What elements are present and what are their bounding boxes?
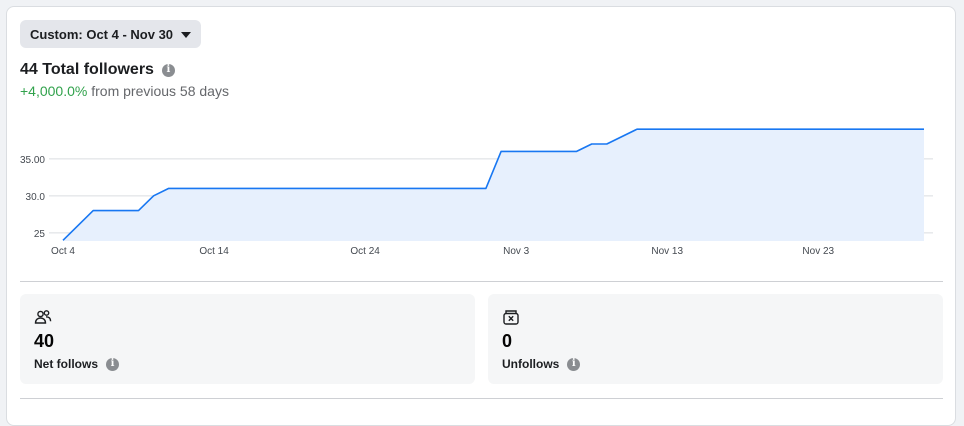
unfollows-label-row: Unfollows i [502, 357, 581, 371]
data-point [167, 187, 170, 190]
data-point [500, 150, 503, 153]
series-area [63, 129, 924, 241]
people-icon [34, 310, 52, 324]
followers-chart: 25 30.0 35.00 Oct 4 Oct 14 Oct 24 Nov 3 Nov 13 N… [20, 128, 933, 257]
x-tick-label: Nov 23 [802, 246, 834, 257]
data-point [484, 187, 487, 190]
divider [20, 281, 943, 282]
x-tick-label: Nov 13 [651, 246, 683, 257]
y-tick-label: 30.0 [26, 192, 46, 203]
data-point [92, 209, 95, 212]
unfollows-value: 0 [502, 331, 513, 351]
data-point [137, 209, 140, 212]
x-tick-label: Nov 3 [503, 246, 530, 257]
followers-card: Custom: Oct 4 - Nov 30 44 Total follower… [6, 6, 956, 426]
unfollows-label: Unfollows [502, 357, 560, 371]
unfollows-card: 0 Unfollows i [488, 294, 943, 384]
data-point [923, 128, 926, 131]
info-icon[interactable]: i [567, 357, 581, 371]
data-point [152, 194, 155, 197]
data-point [636, 128, 639, 131]
y-tick-label: 35.00 [20, 155, 45, 166]
net-follows-card: 40 Net follows i [20, 294, 475, 384]
data-point [575, 150, 578, 153]
data-point [605, 143, 608, 146]
data-point [62, 239, 65, 242]
data-point [590, 143, 593, 146]
unfollow-icon [503, 310, 519, 325]
divider [20, 398, 943, 399]
x-tick-label: Oct 24 [350, 246, 380, 257]
net-follows-label-row: Net follows i [34, 357, 120, 371]
net-follows-value: 40 [34, 331, 55, 351]
x-tick-label: Oct 14 [199, 246, 229, 257]
net-follows-label: Net follows [34, 357, 99, 371]
y-tick-label: 25 [34, 229, 46, 240]
info-icon[interactable]: i [106, 357, 120, 371]
x-tick-label: Oct 4 [51, 246, 75, 257]
